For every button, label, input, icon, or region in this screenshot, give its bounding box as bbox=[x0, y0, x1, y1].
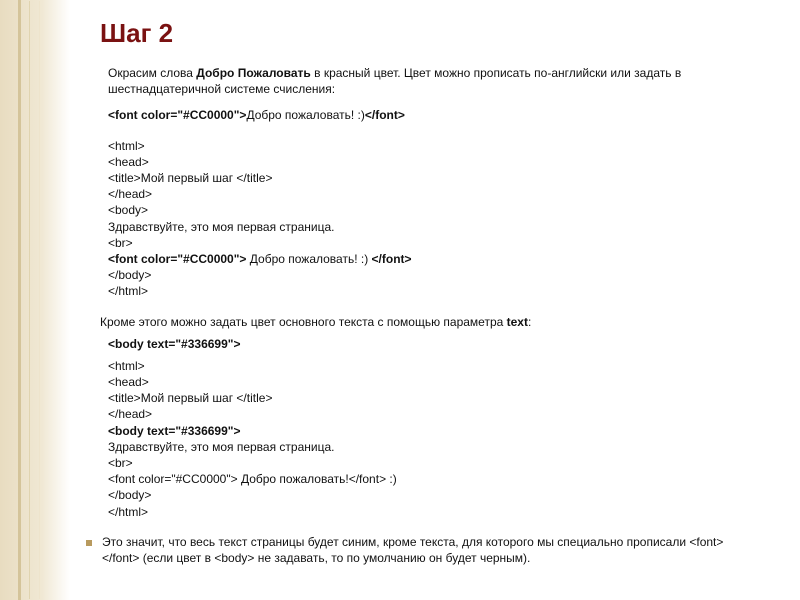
intro-text-before: Окрасим слова bbox=[108, 66, 196, 80]
c1l8a: <font color="#CC0000"> bbox=[108, 252, 246, 266]
c1l8c: </font> bbox=[372, 252, 412, 266]
c2l5: <body text="#336699"> bbox=[108, 424, 240, 438]
c2l1: <html> bbox=[108, 359, 145, 373]
font-close: </font> bbox=[365, 108, 405, 122]
c1l4: </head> bbox=[108, 187, 152, 201]
c2l3: <title>Мой первый шаг </title> bbox=[108, 391, 272, 405]
code-block-1: <html> <head> <title>Мой первый шаг </ti… bbox=[108, 138, 760, 300]
font-mid: Добро пожаловать! :) bbox=[246, 108, 364, 122]
intro-paragraph: Окрасим слова Добро Пожаловать в красный… bbox=[108, 65, 760, 97]
c2l6: Здравствуйте, это моя первая страница. bbox=[108, 440, 334, 454]
example-font-line: <font color="#CC0000">Добро пожаловать! … bbox=[108, 107, 760, 123]
bullet-icon bbox=[86, 540, 92, 546]
body-example-line: <body text="#336699"> bbox=[108, 337, 240, 351]
c2l9: </body> bbox=[108, 488, 151, 502]
c1l8b: Добро пожаловать! :) bbox=[246, 252, 371, 266]
c2l8: <font color="#CC0000"> Добро пожаловать!… bbox=[108, 472, 397, 486]
font-open: <font color="#CC0000"> bbox=[108, 108, 246, 122]
c2l4: </head> bbox=[108, 407, 152, 421]
para-text-color: Кроме этого можно задать цвет основного … bbox=[100, 314, 760, 330]
para2-after: : bbox=[528, 315, 531, 329]
c2l2: <head> bbox=[108, 375, 149, 389]
bullet-text: Это значит, что весь текст страницы буде… bbox=[102, 534, 760, 566]
c2l7: <br> bbox=[108, 456, 133, 470]
bullet-item: Это значит, что весь текст страницы буде… bbox=[100, 534, 760, 566]
c2l10: </html> bbox=[108, 505, 148, 519]
slide-content: Шаг 2 Окрасим слова Добро Пожаловать в к… bbox=[0, 0, 800, 586]
c1l5: <body> bbox=[108, 203, 148, 217]
para2-before: Кроме этого можно задать цвет основного … bbox=[100, 315, 507, 329]
c1l7: <br> bbox=[108, 236, 133, 250]
c1l3: <title>Мой первый шаг </title> bbox=[108, 171, 272, 185]
code-block-2: <html> <head> <title>Мой первый шаг </ti… bbox=[108, 358, 760, 520]
c1l1: <html> bbox=[108, 139, 145, 153]
c1l9: </body> bbox=[108, 268, 151, 282]
c1l10: </html> bbox=[108, 284, 148, 298]
page-title: Шаг 2 bbox=[100, 16, 760, 51]
body-text-example: <body text="#336699"> bbox=[108, 336, 760, 352]
intro-bold: Добро Пожаловать bbox=[196, 66, 311, 80]
para2-bold: text bbox=[507, 315, 528, 329]
c1l2: <head> bbox=[108, 155, 149, 169]
c1l6: Здравствуйте, это моя первая страница. bbox=[108, 220, 334, 234]
